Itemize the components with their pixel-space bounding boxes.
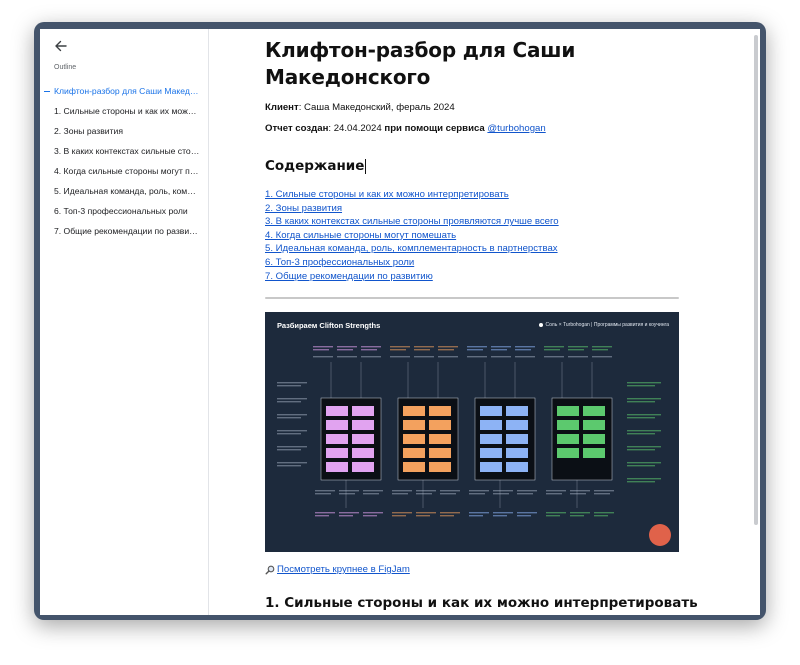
outline-item-growth-zones[interactable]: 2. Зоны развития	[40, 121, 208, 141]
toc-heading-text: Содержание	[265, 158, 365, 174]
toc-heading: Содержание	[265, 158, 681, 174]
page-title: Клифтон-разбор для Саши Македонского	[265, 38, 576, 89]
outline-item-title[interactable]: Клифтон-разбор для Саши Македонского	[40, 81, 208, 101]
table-of-contents: 1. Сильные стороны и как их можно интерп…	[265, 188, 681, 283]
outline-sidebar: Outline Клифтон-разбор для Саши Македонс…	[40, 29, 209, 615]
report-label: Отчет создан	[265, 123, 329, 134]
scrollbar-thumb[interactable]	[754, 35, 758, 525]
outline-list: Клифтон-разбор для Саши Македонского 1. …	[40, 81, 208, 241]
service-link[interactable]: @turbohogan	[487, 123, 545, 134]
vertical-scrollbar[interactable]	[752, 29, 760, 615]
document-body: Клифтон-разбор для Саши Македонского Кли…	[209, 29, 760, 615]
brand-badge-icon	[649, 524, 671, 547]
figjam-link-row: Посмотреть крупнее в FigJam	[265, 564, 681, 575]
toc-link-obstacles[interactable]: 4. Когда сильные стороны могут помешать	[265, 229, 681, 243]
outline-item-contexts[interactable]: 3. В каких контекстах сильные стороны пр…	[40, 141, 208, 161]
section-heading-strengths: 1. Сильные стороны и как их можно интерп…	[265, 595, 698, 612]
clifton-infographic-image[interactable]: Разбираем Clifton Strengths Соль × Turbo…	[265, 312, 679, 553]
report-date: : 24.04.2024	[328, 123, 382, 134]
report-line: Отчет создан: 24.04.2024 при помощи серв…	[265, 123, 681, 134]
outline-item-obstacles[interactable]: 4. Когда сильные стороны могут помешать	[40, 161, 208, 181]
report-service: при помощи сервиса	[381, 123, 488, 134]
outline-label: Outline	[54, 64, 77, 71]
toc-link-contexts[interactable]: 3. В каких контекстах сильные стороны пр…	[265, 215, 681, 229]
outline-item-strengths[interactable]: 1. Сильные стороны и как их можно интерп…	[40, 101, 208, 121]
horizontal-divider	[265, 297, 679, 300]
toc-link-strengths[interactable]: 1. Сильные стороны и как их можно интерп…	[265, 188, 681, 202]
magnifier-icon	[265, 565, 275, 575]
client-value: : Саша Македонский, фераль 2024	[298, 102, 455, 113]
client-line: Клиент: Саша Македонский, фераль 2024	[265, 102, 681, 113]
back-arrow-icon[interactable]	[52, 37, 70, 55]
toc-link-growth-zones[interactable]: 2. Зоны развития	[265, 202, 681, 216]
document-window: Outline Клифтон-разбор для Саши Македонс…	[40, 29, 760, 615]
toc-link-recommendations[interactable]: 7. Общие рекомендации по развитию	[265, 270, 681, 284]
infographic-diagram	[277, 346, 661, 517]
toc-link-top-roles[interactable]: 6. Топ-3 профессиональных роли	[265, 256, 681, 270]
text-cursor	[365, 158, 367, 174]
outline-item-recommendations[interactable]: 7. Общие рекомендации по развитию	[40, 221, 208, 241]
figjam-link[interactable]: Посмотреть крупнее в FigJam	[277, 564, 410, 575]
client-label: Клиент	[265, 102, 299, 113]
toc-link-ideal-team[interactable]: 5. Идеальная команда, роль, комплементар…	[265, 242, 681, 256]
outline-item-top-roles[interactable]: 6. Топ-3 профессиональных роли	[40, 201, 208, 221]
outline-item-ideal-team[interactable]: 5. Идеальная команда, роль, комплементар…	[40, 181, 208, 201]
